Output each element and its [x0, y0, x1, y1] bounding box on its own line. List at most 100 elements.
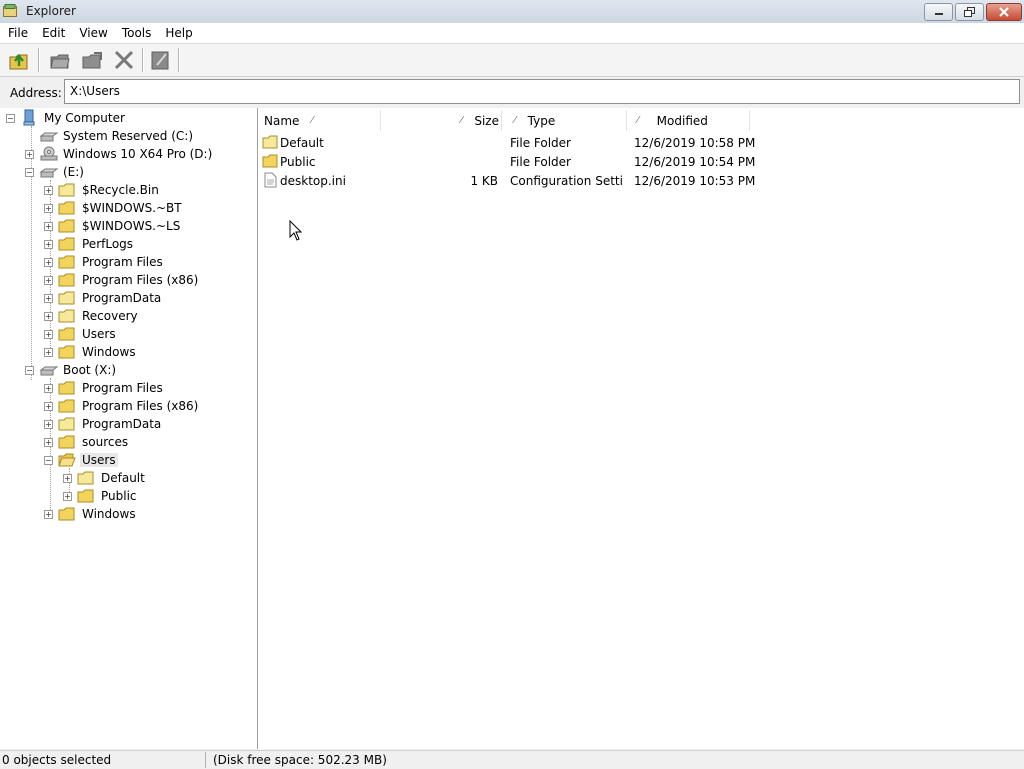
menu-view[interactable]: View	[73, 26, 113, 40]
tree-item-folder[interactable]: − Users	[44, 451, 118, 469]
expand-toggle[interactable]: +	[44, 510, 53, 519]
tree-item-folder[interactable]: + Program Files	[44, 379, 165, 397]
tree-item-label: $WINDOWS.~LS	[82, 219, 181, 233]
sort-arrow-icon: ⁄	[637, 115, 639, 126]
tree-item-folder[interactable]: + sources	[44, 433, 130, 451]
expand-toggle[interactable]: +	[44, 258, 53, 267]
drive-icon	[39, 132, 59, 142]
expand-toggle[interactable]: +	[44, 222, 53, 231]
menu-tools[interactable]: Tools	[116, 26, 158, 40]
minimize-button[interactable]	[924, 3, 953, 21]
expand-toggle[interactable]: +	[44, 294, 53, 303]
tree-item-label: (E:)	[63, 165, 84, 179]
expand-toggle[interactable]: +	[44, 312, 53, 321]
delete-button[interactable]	[111, 47, 137, 73]
address-input[interactable]: X:\Users	[64, 79, 1020, 104]
expand-toggle[interactable]: +	[63, 492, 72, 501]
sort-arrow-icon: ⁄	[311, 115, 314, 126]
expand-toggle[interactable]: +	[44, 276, 53, 285]
tree-item-drive-c[interactable]: System Reserved (C:)	[25, 127, 195, 145]
tree-item-folder[interactable]: + Program Files	[44, 253, 165, 271]
tree-item-folder[interactable]: + Windows	[44, 505, 138, 523]
column-header-name[interactable]: Name ⁄	[258, 110, 381, 131]
menu-edit[interactable]: Edit	[36, 26, 71, 40]
tree-item-drive-d[interactable]: + Windows 10 X64 Pro (D:)	[25, 145, 214, 163]
tree-item-label: $WINDOWS.~BT	[82, 201, 182, 215]
tree-item-label: Windows 10 X64 Pro (D:)	[63, 147, 213, 161]
file-name: desktop.ini	[280, 173, 346, 188]
file-list[interactable]: Name ⁄ ⁄ Size ⁄ Type ⁄ Modified Default …	[258, 108, 1024, 749]
expand-toggle[interactable]: +	[44, 204, 53, 213]
file-size: 1 KB	[470, 173, 498, 188]
toolbar-separator	[178, 48, 180, 72]
file-row[interactable]: desktop.ini 1 KB Configuration Setti... …	[258, 171, 755, 190]
column-header-modified[interactable]: ⁄ Modified	[627, 110, 750, 131]
folder-icon	[58, 273, 75, 287]
drive-icon	[39, 366, 59, 376]
tree-item-folder[interactable]: + ProgramData	[44, 289, 163, 307]
expand-toggle[interactable]: +	[44, 330, 53, 339]
properties-icon	[151, 51, 169, 70]
expand-toggle[interactable]: +	[44, 384, 53, 393]
folder-icon	[262, 154, 278, 168]
file-row[interactable]: Default File Folder 12/6/2019 10:58 PM	[258, 133, 755, 152]
expand-toggle[interactable]: +	[25, 150, 34, 159]
tree-item-drive-e[interactable]: − (E:)	[25, 163, 86, 181]
tree-item-folder[interactable]: + Default	[63, 469, 147, 487]
expand-toggle[interactable]: +	[44, 438, 53, 447]
tree-item-folder[interactable]: + Recovery	[44, 307, 140, 325]
folder-icon	[58, 237, 75, 251]
tree-item-folder[interactable]: + ProgramData	[44, 415, 163, 433]
collapse-toggle[interactable]: −	[25, 366, 34, 375]
computer-icon	[23, 109, 35, 126]
expand-toggle[interactable]: +	[44, 186, 53, 195]
expand-toggle[interactable]: +	[63, 474, 72, 483]
tree-item-folder[interactable]: + Users	[44, 325, 118, 343]
collapse-toggle[interactable]: −	[25, 168, 34, 177]
collapse-toggle[interactable]: −	[44, 456, 53, 465]
status-divider	[205, 752, 206, 768]
explorer-app-icon	[3, 4, 17, 17]
menu-help[interactable]: Help	[159, 26, 198, 40]
tree-item-folder[interactable]: + $WINDOWS.~BT	[44, 199, 184, 217]
expand-toggle[interactable]: +	[44, 240, 53, 249]
tree-item-folder[interactable]: + Public	[63, 487, 139, 505]
tree-item-label: Program Files	[82, 255, 163, 269]
copy-button[interactable]	[47, 47, 73, 73]
tree-item-label: $Recycle.Bin	[82, 183, 159, 197]
sort-arrow-icon: ⁄	[514, 115, 516, 126]
column-header-size[interactable]: ⁄ Size	[381, 110, 502, 131]
properties-button[interactable]	[147, 47, 173, 73]
file-row[interactable]: Public File Folder 12/6/2019 10:54 PM	[258, 152, 755, 171]
tree-item-folder[interactable]: + Windows	[44, 343, 138, 361]
collapse-toggle[interactable]: −	[6, 114, 15, 123]
folder-icon	[58, 291, 75, 305]
folder-icon	[58, 507, 75, 521]
tree-item-my-computer[interactable]: − My Computer	[6, 109, 127, 127]
sort-arrow-icon: ⁄	[460, 115, 463, 126]
file-type: File Folder	[510, 135, 571, 150]
tree-item-folder[interactable]: + Program Files (x86)	[44, 271, 200, 289]
tree-item-folder[interactable]: + $WINDOWS.~LS	[44, 217, 182, 235]
file-modified: 12/6/2019 10:58 PM	[634, 135, 756, 150]
expand-toggle[interactable]: +	[44, 402, 53, 411]
tree-item-folder[interactable]: + $Recycle.Bin	[44, 181, 161, 199]
tree-item-folder[interactable]: + Program Files (x86)	[44, 397, 200, 415]
close-button[interactable]	[986, 3, 1022, 21]
expand-toggle[interactable]: +	[44, 420, 53, 429]
folder-icon	[262, 135, 278, 149]
folder-icon	[58, 219, 75, 233]
up-folder-button[interactable]	[6, 47, 32, 73]
menu-file[interactable]: File	[2, 26, 34, 40]
move-button[interactable]	[79, 47, 105, 73]
tree-item-drive-x[interactable]: − Boot (X:)	[25, 361, 118, 379]
expand-toggle[interactable]: +	[44, 348, 53, 357]
tree-item-folder[interactable]: + PerfLogs	[44, 235, 135, 253]
copy-icon	[50, 54, 70, 69]
toolbar	[0, 44, 1024, 77]
tree-item-label: Users	[82, 327, 116, 341]
folder-tree[interactable]: − My Computer System Reserved (C:) + Win…	[0, 108, 258, 749]
column-header-type[interactable]: ⁄ Type	[502, 110, 627, 131]
tree-item-label: sources	[82, 435, 129, 449]
restore-button[interactable]	[955, 3, 984, 21]
